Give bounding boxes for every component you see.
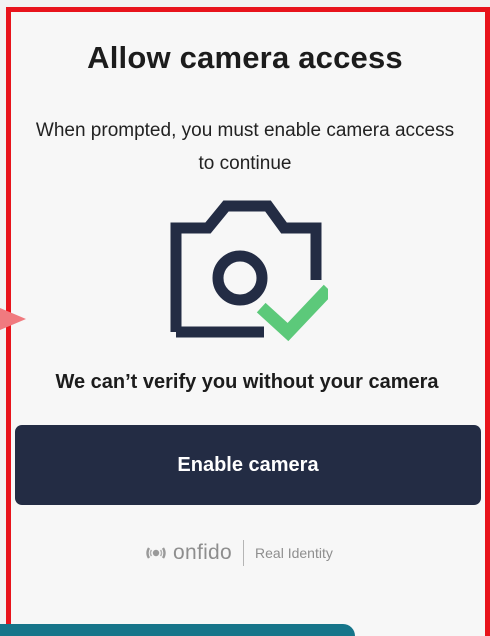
camera-required-warning: We can’t verify you without your camera <box>55 371 439 393</box>
brand-footer: onfido Real Identity <box>145 538 333 568</box>
brand-tagline: Real Identity <box>255 545 333 561</box>
instruction-text: When prompted, you must enable camera ac… <box>35 120 455 174</box>
onfido-logo-icon <box>146 547 166 559</box>
camera-check-icon <box>170 200 328 342</box>
brand-name: onfido <box>173 541 233 564</box>
brand-divider <box>243 540 245 566</box>
bottom-bar <box>0 624 355 636</box>
pointer-arrow-icon <box>0 308 26 330</box>
page-title: Allow camera access <box>87 40 403 75</box>
enable-camera-button[interactable]: Enable camera <box>15 425 481 505</box>
